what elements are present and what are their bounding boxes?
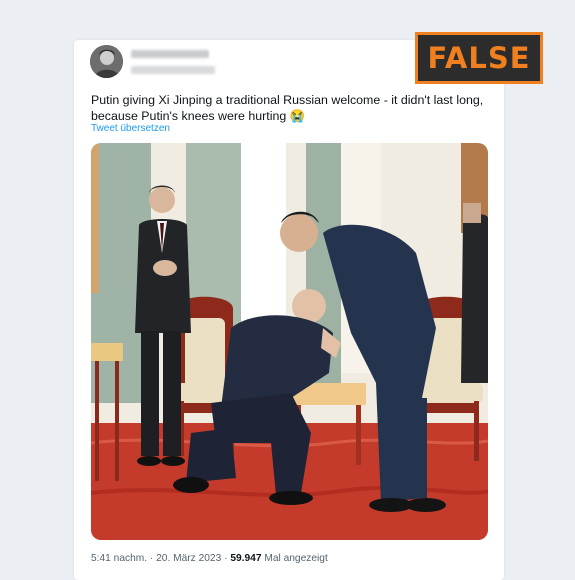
author-name-redacted[interactable] [131, 50, 209, 58]
view-count: 59.947 [230, 553, 262, 564]
meta-separator: · [147, 553, 157, 564]
fact-check-badge: FALSE [415, 32, 543, 84]
view-count-label: Mal angezeigt [264, 553, 328, 564]
avatar[interactable] [90, 45, 123, 78]
translate-tweet-link[interactable]: Tweet übersetzen [91, 123, 170, 134]
tweet-date[interactable]: 20. März 2023 [156, 553, 221, 564]
fact-check-label: FALSE [427, 41, 531, 75]
author-handle-redacted [131, 66, 215, 74]
meta-separator-2: · [221, 553, 231, 564]
tweet-text: Putin giving Xi Jinping a traditional Ru… [91, 93, 484, 123]
tweet-meta: 5:41 nachm. · 20. März 2023 · 59.947 Mal… [91, 553, 328, 564]
tweet-photo[interactable] [91, 143, 488, 540]
tweet-time[interactable]: 5:41 nachm. [91, 553, 147, 564]
